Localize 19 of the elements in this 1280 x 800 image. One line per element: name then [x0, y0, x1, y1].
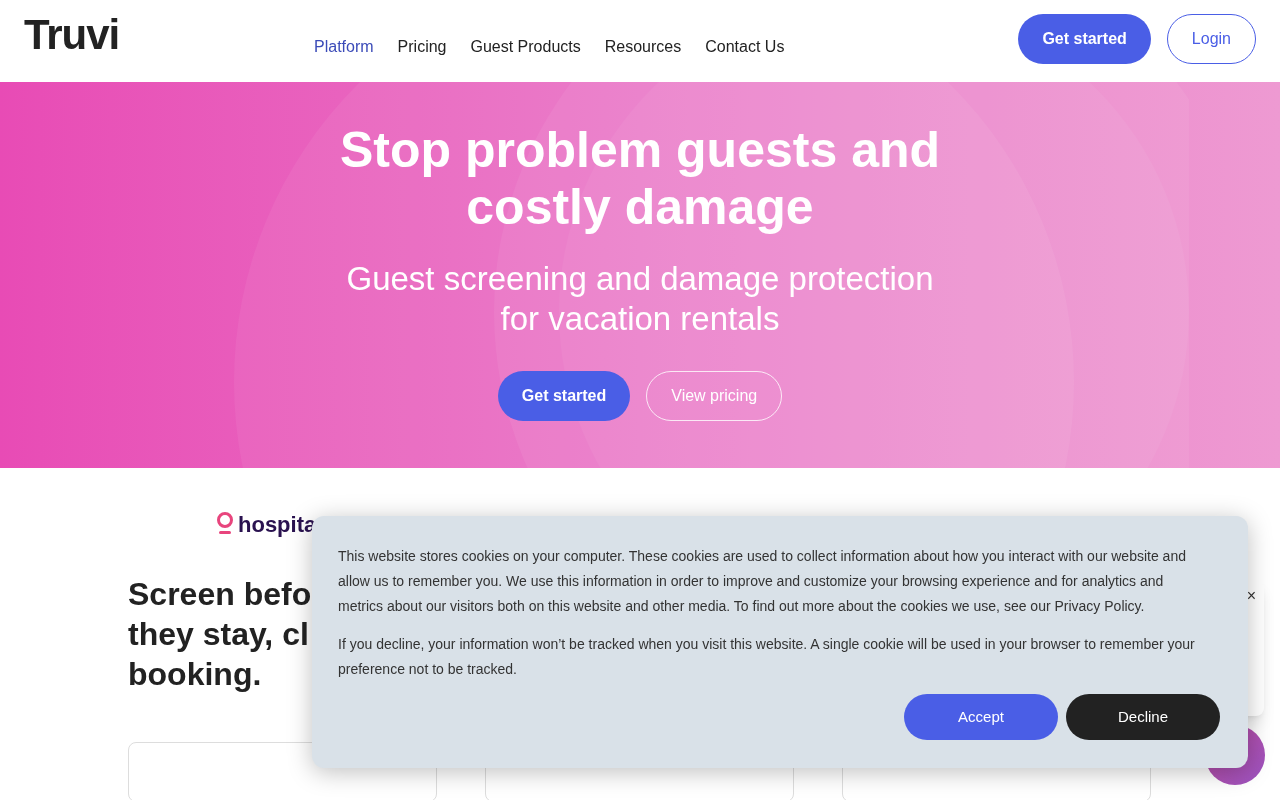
nav-link[interactable]: Platform: [314, 35, 374, 59]
nav-link[interactable]: Resources: [604, 35, 682, 59]
get-started-button[interactable]: Get started: [497, 371, 631, 421]
hero-title: Stop problem guests and costly damage: [338, 122, 942, 236]
pin-icon: [216, 512, 234, 536]
decline-button[interactable]: Decline: [1066, 694, 1220, 740]
partner-logo: hospita: [238, 510, 317, 539]
nav-link[interactable]: Guest Products: [470, 35, 581, 59]
nav-link[interactable]: Pricing: [397, 35, 447, 59]
section-heading: Screen befo they stay, cl booking.: [128, 575, 312, 694]
accept-button[interactable]: Accept: [904, 694, 1058, 740]
hero-subtitle: Guest screening and damage protection for vacation rentals: [345, 259, 935, 339]
get-started-button[interactable]: Get started: [1018, 14, 1151, 64]
login-button[interactable]: Login: [1166, 14, 1256, 64]
logo[interactable]: Truvi: [24, 14, 314, 56]
nav-link[interactable]: Contact Us: [705, 35, 785, 59]
cookie-text: This website stores cookies on your computer. These cookies are used to collect information about how you interact with our website and allow us to remember you. We use this information in order to improve and customize your browsing experience and for analytics and metrics about our visitors both on this website and other media. To find out more about the cookies we use, see our Privacy Policy.: [338, 547, 1187, 616]
close-button[interactable]: ×: [1246, 584, 1256, 608]
cookie-text: If you decline, your information won’t be tracked when you visit this website. A single cookie will be used in your browser to remember your preference not to be tracked.: [338, 635, 1196, 679]
